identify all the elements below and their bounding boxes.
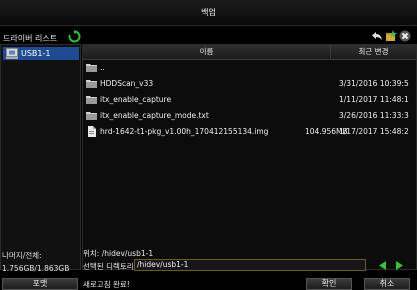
back-arrow-icon[interactable]	[371, 30, 383, 42]
left-panel: 드라이버 리스트 USB1-1 나머지/전체: 1.756GB/1.863GB …	[0, 26, 81, 290]
column-name[interactable]: 이름	[83, 45, 331, 59]
selected-dir-label: 선택된 디렉토리	[83, 262, 134, 271]
file-name: ..	[100, 63, 105, 72]
file-row[interactable]: hrd-1642-t1-pkg_v1.00h_170412155134.img …	[83, 124, 416, 140]
drive-label: USB1-1	[21, 49, 51, 58]
status-message: 새로고침 완료!	[83, 280, 130, 289]
file-name: hrd-1642-t1-pkg_v1.00h_170412155134.img	[100, 127, 269, 136]
file-row[interactable]: itx_enable_capture_mode.txt 3/26/2016 11…	[83, 108, 416, 124]
toolbar	[371, 30, 411, 42]
file-name: HDDScan_v33	[100, 79, 154, 88]
column-date[interactable]: 최근 변경	[331, 45, 416, 59]
location-path: /hidev/usb1-1	[101, 249, 154, 258]
usb-drive-icon	[6, 48, 18, 59]
right-panel: 이름 최근 변경 .. HDDScan_v33 3/31/2016 10:39:…	[82, 26, 417, 290]
refresh-icon[interactable]	[68, 30, 81, 43]
next-arrow-icon[interactable]	[394, 260, 405, 271]
file-row[interactable]: ..	[83, 60, 416, 76]
selected-dir-field[interactable]: /hidev/usb1-1	[134, 259, 366, 271]
folder-icon	[86, 96, 97, 104]
folder-icon	[86, 112, 97, 120]
file-date: 3/31/2016 10:39:5	[339, 79, 409, 88]
backup-window: 백업 드라이버 리스트 USB1-1 나머지/전체: 1.756GB/1.863…	[0, 0, 417, 290]
file-list[interactable]: 이름 최근 변경 .. HDDScan_v33 3/31/2016 10:39:…	[82, 44, 417, 270]
file-list-header: 이름 최근 변경	[83, 45, 416, 60]
cancel-button[interactable]: 취소	[364, 278, 410, 290]
file-row[interactable]: itx_enable_capture 1/11/2017 11:48:1	[83, 92, 416, 108]
file-date: 1/17/2017 15:48:2	[339, 127, 409, 136]
folder-icon	[86, 64, 97, 72]
location-label: 위치:	[83, 249, 100, 258]
prev-arrow-icon[interactable]	[377, 260, 388, 271]
window-title: 백업	[0, 0, 417, 26]
file-date: 1/11/2017 11:48:1	[339, 95, 409, 104]
remaining-label: 나머지/전체:	[2, 251, 42, 260]
confirm-button[interactable]: 확인	[306, 278, 352, 290]
file-name: itx_enable_capture_mode.txt	[100, 111, 209, 120]
delete-icon[interactable]	[399, 30, 411, 42]
file-date: 3/26/2016 11:33:3	[339, 111, 409, 120]
remaining-space: 나머지/전체: 1.756GB/1.863GB	[2, 249, 69, 275]
drive-list[interactable]: USB1-1	[0, 44, 81, 270]
new-folder-icon[interactable]	[385, 30, 397, 42]
format-button[interactable]: 포맷	[2, 278, 78, 290]
file-icon	[88, 126, 96, 137]
drive-item-usb1-1[interactable]: USB1-1	[3, 47, 79, 60]
folder-icon	[86, 80, 97, 88]
location: 위치: /hidev/usb1-1	[83, 248, 153, 259]
remaining-value: 1.756GB/1.863GB	[2, 264, 70, 273]
file-row[interactable]: HDDScan_v33 3/31/2016 10:39:5	[83, 76, 416, 92]
file-name: itx_enable_capture	[100, 95, 172, 104]
